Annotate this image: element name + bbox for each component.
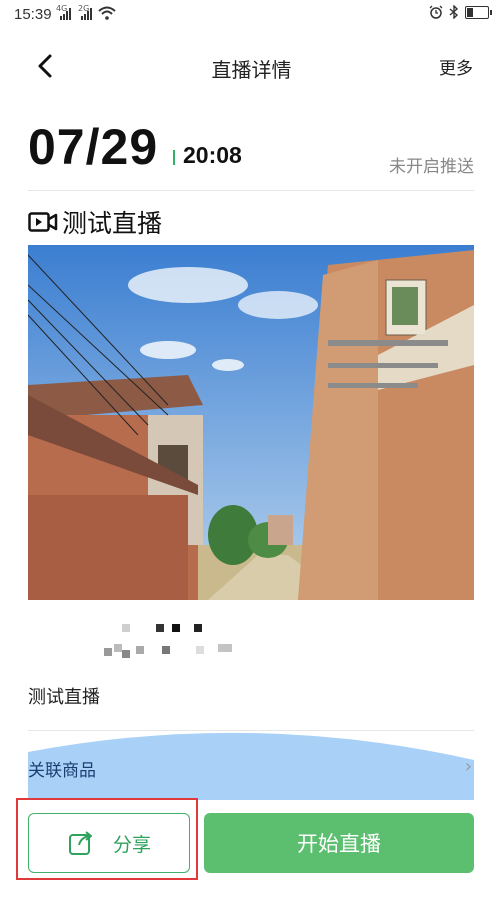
alarm-icon: [429, 5, 443, 19]
share-icon: [68, 831, 92, 855]
live-time: 20:08: [183, 142, 242, 168]
live-date: 07/29: [28, 119, 159, 175]
nav-bar: 直播详情 更多: [0, 36, 503, 96]
cover-photo: [28, 245, 474, 600]
battery-icon: [465, 5, 492, 19]
status-bar: 15:39 4G 2G: [0, 0, 503, 30]
time-separator: [173, 150, 175, 165]
signal-2-icon: [81, 8, 95, 20]
live-description: 测试直播: [28, 687, 100, 708]
schedule-row: 07/29 20:08 未开启推送: [28, 118, 474, 178]
push-status[interactable]: 未开启推送: [389, 152, 474, 177]
chevron-right-icon: ›: [464, 756, 472, 777]
page-title: 直播详情: [211, 58, 292, 82]
signal-1-icon: [60, 8, 74, 20]
divider: [28, 190, 474, 191]
live-title-row: 测试直播: [28, 205, 162, 239]
more-button[interactable]: 更多: [439, 54, 473, 79]
share-button[interactable]: 分享: [28, 813, 190, 873]
status-time: 15:39: [14, 6, 52, 23]
live-cover-image[interactable]: [28, 245, 474, 600]
related-products-row[interactable]: 关联商品 ›: [28, 730, 474, 800]
related-products-label: 关联商品: [28, 761, 96, 781]
start-live-button[interactable]: 开始直播: [204, 813, 474, 873]
video-camera-icon: [28, 212, 58, 232]
share-label: 分享: [112, 833, 151, 856]
live-title: 测试直播: [62, 209, 163, 238]
bluetooth-icon: [449, 5, 459, 19]
wifi-icon: [98, 6, 116, 20]
pixelated-avatar: [100, 620, 240, 666]
